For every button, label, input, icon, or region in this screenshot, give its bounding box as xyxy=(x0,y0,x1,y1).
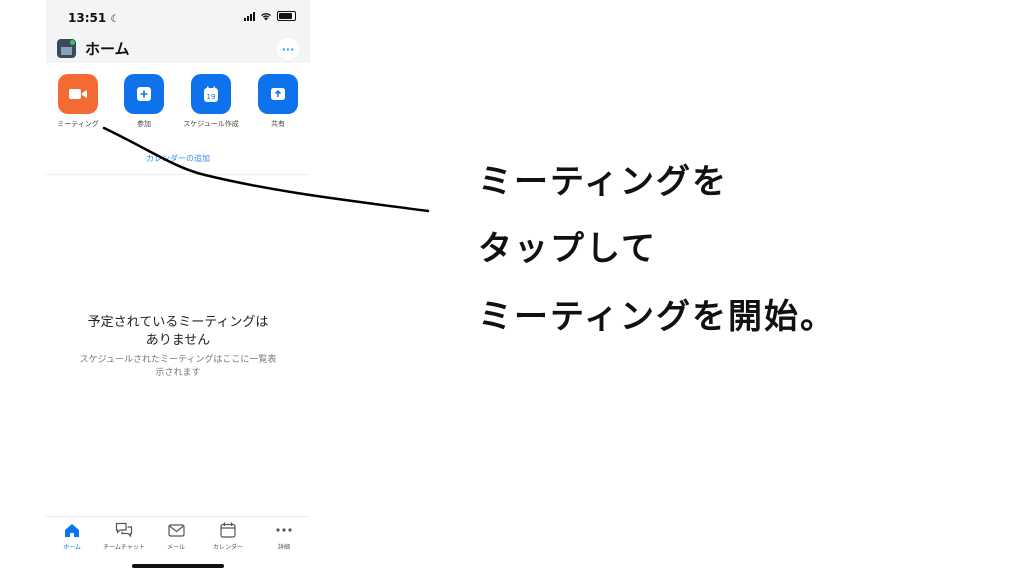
annotation-line1: ミーティングを xyxy=(478,162,728,202)
annotation-line2: タップして xyxy=(478,229,657,269)
annotation-pointer-line xyxy=(102,126,430,213)
annotation-line3: ミーティングを開始。 xyxy=(478,297,836,337)
